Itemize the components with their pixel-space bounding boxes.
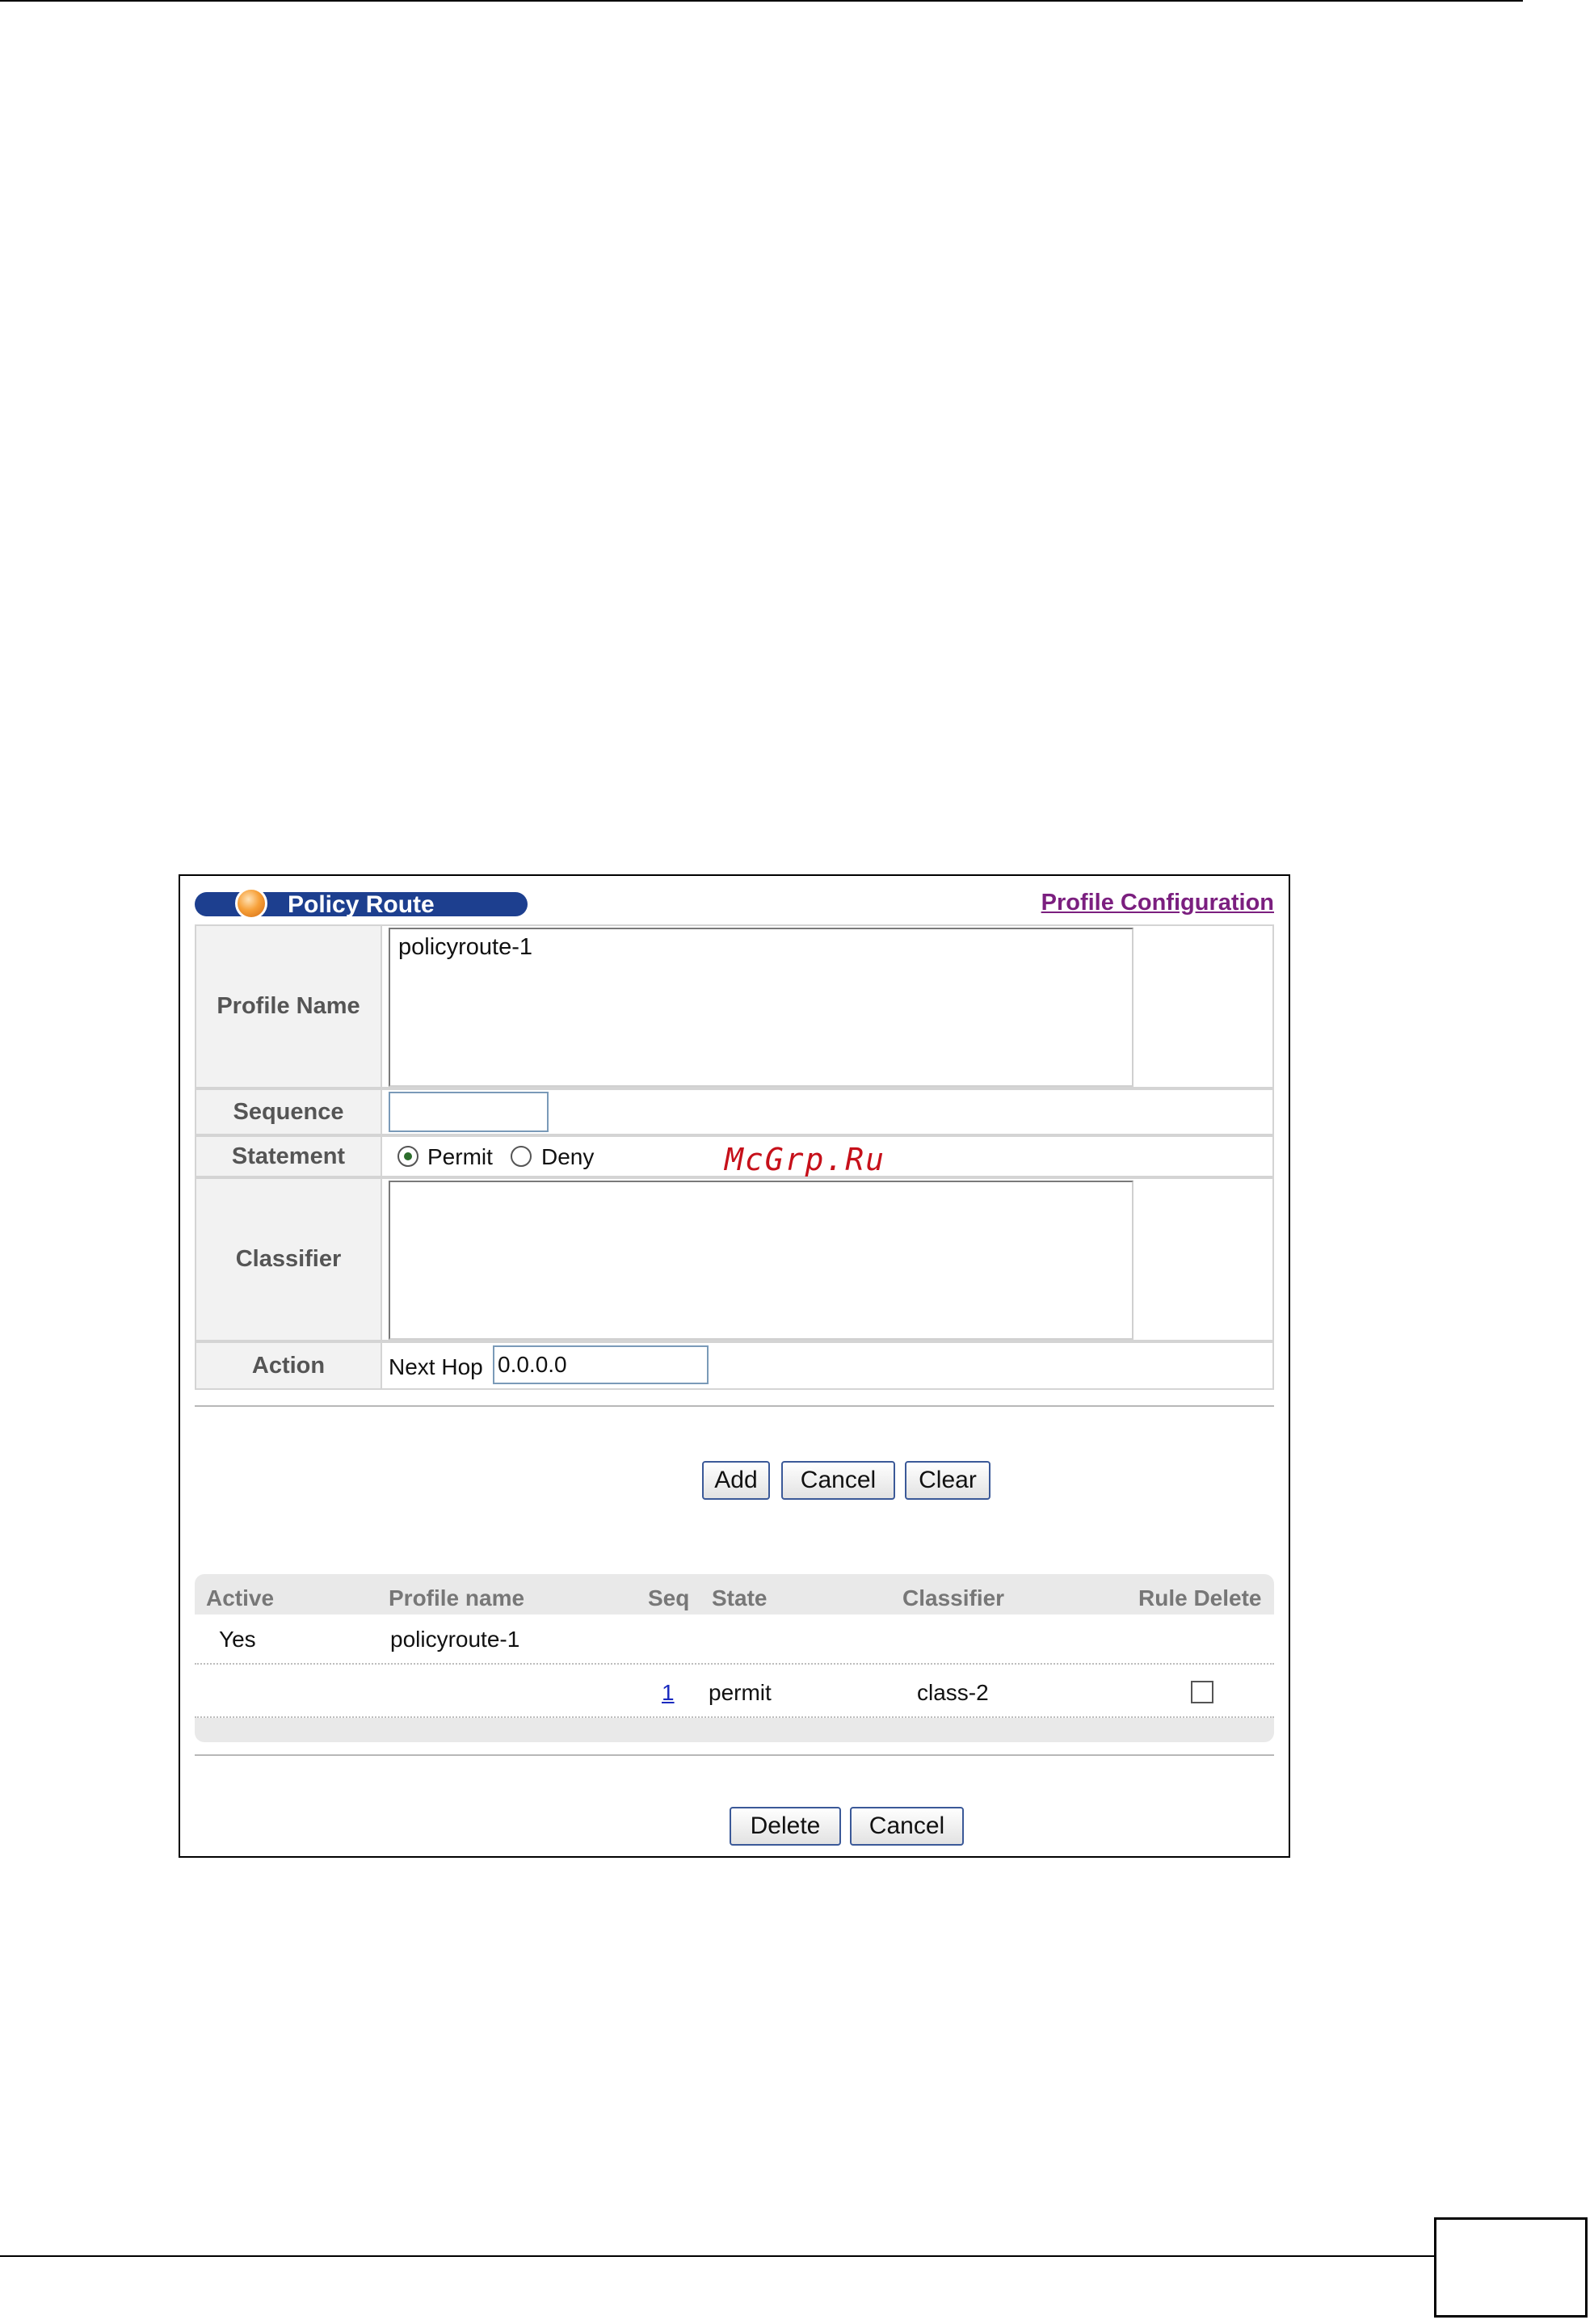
page-top-rule — [0, 0, 1523, 2]
add-button[interactable]: Add — [702, 1461, 770, 1500]
policy-route-list: Active Profile name Seq State Classifier… — [195, 1574, 1274, 1742]
table-row-rule: 1 permit class-2 — [195, 1668, 1274, 1718]
statement-label: Statement — [196, 1137, 382, 1176]
policy-route-panel: Policy Route Profile Configuration Profi… — [179, 874, 1290, 1858]
column-header-active: Active — [206, 1585, 275, 1610]
title-bar: Policy Route — [195, 887, 528, 920]
sequence-input[interactable] — [389, 1092, 549, 1132]
sequence-row: Sequence — [195, 1088, 1274, 1135]
permit-radio[interactable] — [397, 1146, 418, 1167]
next-hop-input[interactable]: 0.0.0.0 — [493, 1345, 709, 1384]
list-body: Yes policyroute-1 1 permit class-2 — [195, 1615, 1274, 1718]
profile-name-field[interactable]: policyroute-1 — [389, 928, 1133, 1087]
profile-name-cell: policyroute-1 — [390, 1627, 520, 1652]
sequence-label: Sequence — [196, 1090, 382, 1134]
column-header-classifier: Classifier — [902, 1585, 1005, 1610]
page-title: Policy Route — [288, 891, 435, 918]
column-header-seq: Seq — [648, 1585, 690, 1610]
action-row: Action Next Hop 0.0.0.0 — [195, 1341, 1274, 1390]
page-number-box — [1434, 2217, 1588, 2318]
column-header-rule-delete: Rule Delete — [1138, 1585, 1262, 1610]
list-cancel-button[interactable]: Cancel — [850, 1807, 964, 1846]
seq-link[interactable]: 1 — [662, 1680, 675, 1706]
delete-button[interactable]: Delete — [730, 1807, 841, 1846]
profile-name-row: Profile Name policyroute-1 — [195, 924, 1274, 1088]
action-label: Action — [196, 1343, 382, 1388]
classifier-row: Classifier — [195, 1177, 1274, 1341]
classifier-cell: class-2 — [917, 1680, 989, 1705]
deny-radio[interactable] — [511, 1146, 532, 1167]
page-bottom-rule — [0, 2255, 1434, 2257]
form-cancel-button[interactable]: Cancel — [781, 1461, 895, 1500]
list-divider — [195, 1754, 1274, 1756]
permit-radio-label: Permit — [427, 1144, 493, 1169]
next-hop-label: Next Hop — [389, 1354, 483, 1379]
clear-button[interactable]: Clear — [905, 1461, 990, 1500]
active-cell: Yes — [219, 1627, 256, 1652]
profile-configuration-link[interactable]: Profile Configuration — [1041, 890, 1274, 916]
orange-bullet-icon — [235, 887, 267, 920]
form-divider — [195, 1405, 1274, 1407]
state-cell: permit — [709, 1680, 772, 1705]
column-header-state: State — [712, 1585, 768, 1610]
table-row-profile: Yes policyroute-1 — [195, 1615, 1274, 1665]
classifier-field[interactable] — [389, 1181, 1133, 1340]
rule-delete-checkbox[interactable] — [1191, 1681, 1213, 1703]
watermark-text: McGrp.Ru — [725, 1142, 886, 1177]
classifier-label: Classifier — [196, 1179, 382, 1340]
column-header-profile-name: Profile name — [389, 1585, 525, 1610]
deny-radio-label: Deny — [541, 1144, 595, 1169]
profile-name-label: Profile Name — [196, 926, 382, 1087]
